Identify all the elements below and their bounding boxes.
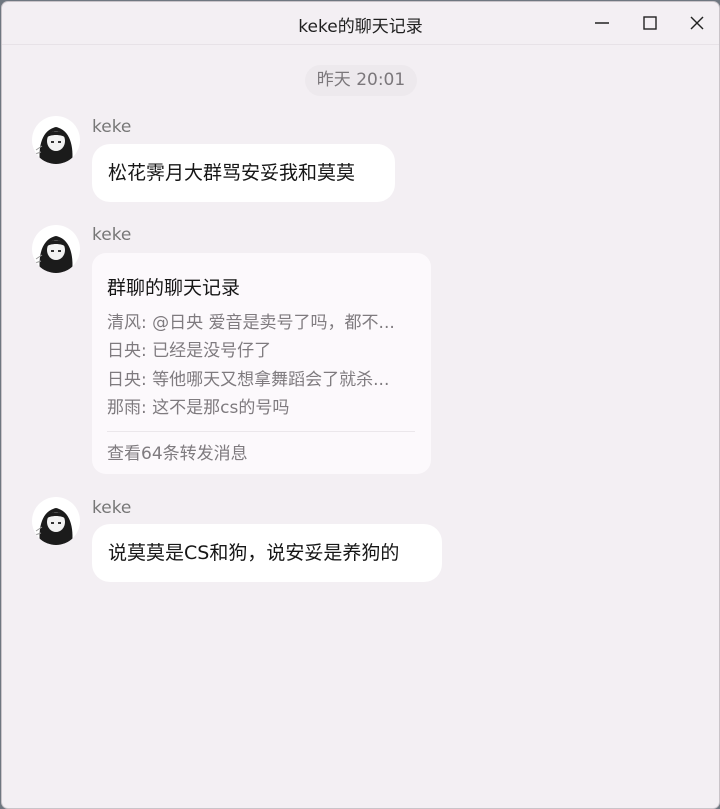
message-bubble[interactable]: 松花霁月大群骂安妥我和莫莫 bbox=[92, 144, 395, 202]
view-forwarded-messages-link[interactable]: 查看64条转发消息 bbox=[107, 439, 248, 464]
avatar[interactable] bbox=[32, 225, 80, 273]
message-timestamp: 昨天 20:01 bbox=[305, 65, 417, 96]
close-icon bbox=[690, 16, 704, 30]
forwarded-chat-line: 日央: 等他哪天又想拿舞蹈会了就杀... bbox=[107, 370, 390, 390]
title-bar: keke的聊天记录 bbox=[2, 2, 719, 45]
sender-name: keke bbox=[92, 498, 132, 518]
minimize-icon bbox=[595, 22, 609, 24]
maximize-button[interactable] bbox=[635, 10, 665, 36]
sender-name: keke bbox=[92, 117, 132, 137]
forwarded-chat-line: 清风: @日央 爱音是卖号了吗，都不... bbox=[107, 313, 395, 333]
close-button[interactable] bbox=[682, 10, 712, 36]
avatar[interactable] bbox=[32, 497, 80, 545]
chat-history-window: keke的聊天记录 昨天 20:01 keke 松花霁月大群骂安妥我和莫莫 ke… bbox=[1, 1, 720, 809]
sender-name: keke bbox=[92, 225, 132, 245]
anime-avatar-icon bbox=[32, 116, 80, 164]
card-divider bbox=[107, 431, 415, 432]
anime-avatar-icon bbox=[32, 497, 80, 545]
forwarded-chat-line: 日央: 已经是没号仔了 bbox=[107, 341, 272, 361]
maximize-icon bbox=[643, 16, 657, 30]
forwarded-chat-card[interactable]: 群聊的聊天记录 清风: @日央 爱音是卖号了吗，都不... 日央: 已经是没号仔… bbox=[92, 253, 431, 474]
avatar[interactable] bbox=[32, 116, 80, 164]
minimize-button[interactable] bbox=[587, 10, 617, 36]
message-bubble[interactable]: 说莫莫是CS和狗，说安妥是养狗的 bbox=[92, 524, 442, 582]
forwarded-chat-line: 那雨: 这不是那cs的号吗 bbox=[107, 398, 290, 418]
anime-avatar-icon bbox=[32, 225, 80, 273]
forwarded-chat-title: 群聊的聊天记录 bbox=[107, 277, 241, 299]
